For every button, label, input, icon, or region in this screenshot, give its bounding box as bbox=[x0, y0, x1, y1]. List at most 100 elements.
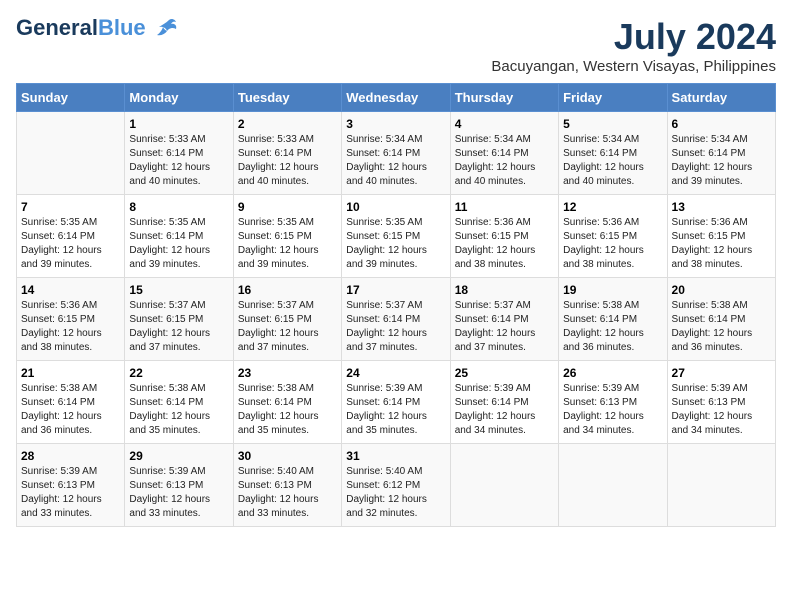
day-number: 23 bbox=[238, 366, 337, 380]
day-info: Sunrise: 5:34 AMSunset: 6:14 PMDaylight:… bbox=[563, 133, 662, 189]
day-number: 10 bbox=[346, 200, 445, 214]
month-year-title: July 2024 bbox=[491, 16, 776, 58]
col-header-friday: Friday bbox=[559, 84, 667, 112]
day-number: 27 bbox=[672, 366, 771, 380]
day-cell: 20 Sunrise: 5:38 AMSunset: 6:14 PMDayligh… bbox=[667, 278, 775, 361]
day-cell: 17Sunrise: 5:37 AMSunset: 6:14 PMDayligh… bbox=[342, 278, 450, 361]
day-cell: 3 Sunrise: 5:34 AMSunset: 6:14 PMDaylight… bbox=[342, 112, 450, 195]
day-cell: 6Sunrise: 5:34 AMSunset: 6:14 PMDaylight… bbox=[667, 112, 775, 195]
day-info: Sunrise: 5:33 AMSunset: 6:14 PMDaylight:… bbox=[129, 133, 228, 189]
day-number: 2 bbox=[238, 117, 337, 131]
day-number: 19 bbox=[563, 283, 662, 297]
day-cell: 16Sunrise: 5:37 AMSunset: 6:15 PMDayligh… bbox=[233, 278, 341, 361]
week-row-5: 28 Sunrise: 5:39 AMSunset: 6:13 PMDayligh… bbox=[17, 444, 776, 527]
day-cell: 27 Sunrise: 5:39 AMSunset: 6:13 PMDayligh… bbox=[667, 361, 775, 444]
day-number: 7 bbox=[21, 200, 120, 214]
day-number: 13 bbox=[672, 200, 771, 214]
day-info: Sunrise: 5:34 AMSunset: 6:14 PMDaylight:… bbox=[455, 133, 554, 189]
day-cell: 11 Sunrise: 5:36 AMSunset: 6:15 PMDayligh… bbox=[450, 195, 558, 278]
week-row-1: 1Sunrise: 5:33 AMSunset: 6:14 PMDaylight… bbox=[17, 112, 776, 195]
week-row-3: 14 Sunrise: 5:36 AMSunset: 6:15 PMDayligh… bbox=[17, 278, 776, 361]
day-cell: 21 Sunrise: 5:38 AMSunset: 6:14 PMDayligh… bbox=[17, 361, 125, 444]
day-info: Sunrise: 5:38 AMSunset: 6:14 PMDaylight:… bbox=[672, 299, 771, 355]
day-cell: 7 Sunrise: 5:35 AMSunset: 6:14 PMDaylight… bbox=[17, 195, 125, 278]
location-subtitle: Bacuyangan, Western Visayas, Philippines bbox=[491, 58, 776, 75]
week-row-2: 7 Sunrise: 5:35 AMSunset: 6:14 PMDaylight… bbox=[17, 195, 776, 278]
day-cell bbox=[450, 444, 558, 527]
day-cell bbox=[667, 444, 775, 527]
day-info: Sunrise: 5:39 AMSunset: 6:13 PMDaylight:… bbox=[563, 382, 662, 438]
day-number: 30 bbox=[238, 449, 337, 463]
day-cell bbox=[17, 112, 125, 195]
day-cell: 5Sunrise: 5:34 AMSunset: 6:14 PMDaylight… bbox=[559, 112, 667, 195]
day-cell: 12 Sunrise: 5:36 AMSunset: 6:15 PMDayligh… bbox=[559, 195, 667, 278]
day-cell: 1Sunrise: 5:33 AMSunset: 6:14 PMDaylight… bbox=[125, 112, 233, 195]
title-block: July 2024 Bacuyangan, Western Visayas, P… bbox=[491, 16, 776, 75]
day-info: Sunrise: 5:36 AMSunset: 6:15 PMDaylight:… bbox=[21, 299, 120, 355]
day-cell: 24Sunrise: 5:39 AMSunset: 6:14 PMDayligh… bbox=[342, 361, 450, 444]
day-info: Sunrise: 5:40 AMSunset: 6:13 PMDaylight:… bbox=[238, 465, 337, 521]
day-cell: 14 Sunrise: 5:36 AMSunset: 6:15 PMDayligh… bbox=[17, 278, 125, 361]
day-number: 31 bbox=[346, 449, 445, 463]
day-info: Sunrise: 5:33 AMSunset: 6:14 PMDaylight:… bbox=[238, 133, 337, 189]
logo-blue: Blue bbox=[98, 15, 146, 40]
day-cell: 28 Sunrise: 5:39 AMSunset: 6:13 PMDayligh… bbox=[17, 444, 125, 527]
day-cell: 13 Sunrise: 5:36 AMSunset: 6:15 PMDayligh… bbox=[667, 195, 775, 278]
day-number: 8 bbox=[129, 200, 228, 214]
logo-bird-icon bbox=[149, 16, 177, 40]
day-cell: 30 Sunrise: 5:40 AMSunset: 6:13 PMDayligh… bbox=[233, 444, 341, 527]
day-number: 3 bbox=[346, 117, 445, 131]
day-info: Sunrise: 5:34 AMSunset: 6:14 PMDaylight:… bbox=[346, 133, 445, 189]
day-cell: 19 Sunrise: 5:38 AMSunset: 6:14 PMDayligh… bbox=[559, 278, 667, 361]
day-info: Sunrise: 5:39 AMSunset: 6:13 PMDaylight:… bbox=[672, 382, 771, 438]
day-info: Sunrise: 5:39 AMSunset: 6:14 PMDaylight:… bbox=[346, 382, 445, 438]
day-info: Sunrise: 5:34 AMSunset: 6:14 PMDaylight:… bbox=[672, 133, 771, 189]
day-number: 11 bbox=[455, 200, 554, 214]
day-number: 20 bbox=[672, 283, 771, 297]
day-cell: 23 Sunrise: 5:38 AMSunset: 6:14 PMDayligh… bbox=[233, 361, 341, 444]
day-cell: 8 Sunrise: 5:35 AMSunset: 6:14 PMDaylight… bbox=[125, 195, 233, 278]
day-number: 28 bbox=[21, 449, 120, 463]
day-info: Sunrise: 5:36 AMSunset: 6:15 PMDaylight:… bbox=[455, 216, 554, 272]
col-header-saturday: Saturday bbox=[667, 84, 775, 112]
day-number: 9 bbox=[238, 200, 337, 214]
day-info: Sunrise: 5:35 AMSunset: 6:14 PMDaylight:… bbox=[21, 216, 120, 272]
col-header-monday: Monday bbox=[125, 84, 233, 112]
day-info: Sunrise: 5:35 AMSunset: 6:14 PMDaylight:… bbox=[129, 216, 228, 272]
day-info: Sunrise: 5:38 AMSunset: 6:14 PMDaylight:… bbox=[129, 382, 228, 438]
day-number: 12 bbox=[563, 200, 662, 214]
day-cell: 2 Sunrise: 5:33 AMSunset: 6:14 PMDaylight… bbox=[233, 112, 341, 195]
day-cell bbox=[559, 444, 667, 527]
col-header-tuesday: Tuesday bbox=[233, 84, 341, 112]
day-info: Sunrise: 5:39 AMSunset: 6:13 PMDaylight:… bbox=[129, 465, 228, 521]
header-row: SundayMondayTuesdayWednesdayThursdayFrid… bbox=[17, 84, 776, 112]
day-info: Sunrise: 5:39 AMSunset: 6:13 PMDaylight:… bbox=[21, 465, 120, 521]
day-info: Sunrise: 5:36 AMSunset: 6:15 PMDaylight:… bbox=[563, 216, 662, 272]
day-info: Sunrise: 5:36 AMSunset: 6:15 PMDaylight:… bbox=[672, 216, 771, 272]
day-info: Sunrise: 5:37 AMSunset: 6:14 PMDaylight:… bbox=[346, 299, 445, 355]
col-header-thursday: Thursday bbox=[450, 84, 558, 112]
day-cell: 15Sunrise: 5:37 AMSunset: 6:15 PMDayligh… bbox=[125, 278, 233, 361]
day-number: 14 bbox=[21, 283, 120, 297]
logo: GeneralBlue bbox=[16, 16, 177, 40]
day-number: 25 bbox=[455, 366, 554, 380]
day-info: Sunrise: 5:39 AMSunset: 6:14 PMDaylight:… bbox=[455, 382, 554, 438]
day-number: 16 bbox=[238, 283, 337, 297]
day-info: Sunrise: 5:38 AMSunset: 6:14 PMDaylight:… bbox=[21, 382, 120, 438]
day-cell: 29Sunrise: 5:39 AMSunset: 6:13 PMDayligh… bbox=[125, 444, 233, 527]
day-cell: 4Sunrise: 5:34 AMSunset: 6:14 PMDaylight… bbox=[450, 112, 558, 195]
day-info: Sunrise: 5:35 AMSunset: 6:15 PMDaylight:… bbox=[238, 216, 337, 272]
day-info: Sunrise: 5:37 AMSunset: 6:14 PMDaylight:… bbox=[455, 299, 554, 355]
week-row-4: 21 Sunrise: 5:38 AMSunset: 6:14 PMDayligh… bbox=[17, 361, 776, 444]
day-cell: 10 Sunrise: 5:35 AMSunset: 6:15 PMDayligh… bbox=[342, 195, 450, 278]
day-info: Sunrise: 5:40 AMSunset: 6:12 PMDaylight:… bbox=[346, 465, 445, 521]
day-number: 21 bbox=[21, 366, 120, 380]
day-info: Sunrise: 5:35 AMSunset: 6:15 PMDaylight:… bbox=[346, 216, 445, 272]
day-cell: 31 Sunrise: 5:40 AMSunset: 6:12 PMDayligh… bbox=[342, 444, 450, 527]
calendar-table: SundayMondayTuesdayWednesdayThursdayFrid… bbox=[16, 83, 776, 527]
day-info: Sunrise: 5:38 AMSunset: 6:14 PMDaylight:… bbox=[563, 299, 662, 355]
day-cell: 18Sunrise: 5:37 AMSunset: 6:14 PMDayligh… bbox=[450, 278, 558, 361]
day-cell: 26Sunrise: 5:39 AMSunset: 6:13 PMDayligh… bbox=[559, 361, 667, 444]
day-info: Sunrise: 5:38 AMSunset: 6:14 PMDaylight:… bbox=[238, 382, 337, 438]
col-header-wednesday: Wednesday bbox=[342, 84, 450, 112]
